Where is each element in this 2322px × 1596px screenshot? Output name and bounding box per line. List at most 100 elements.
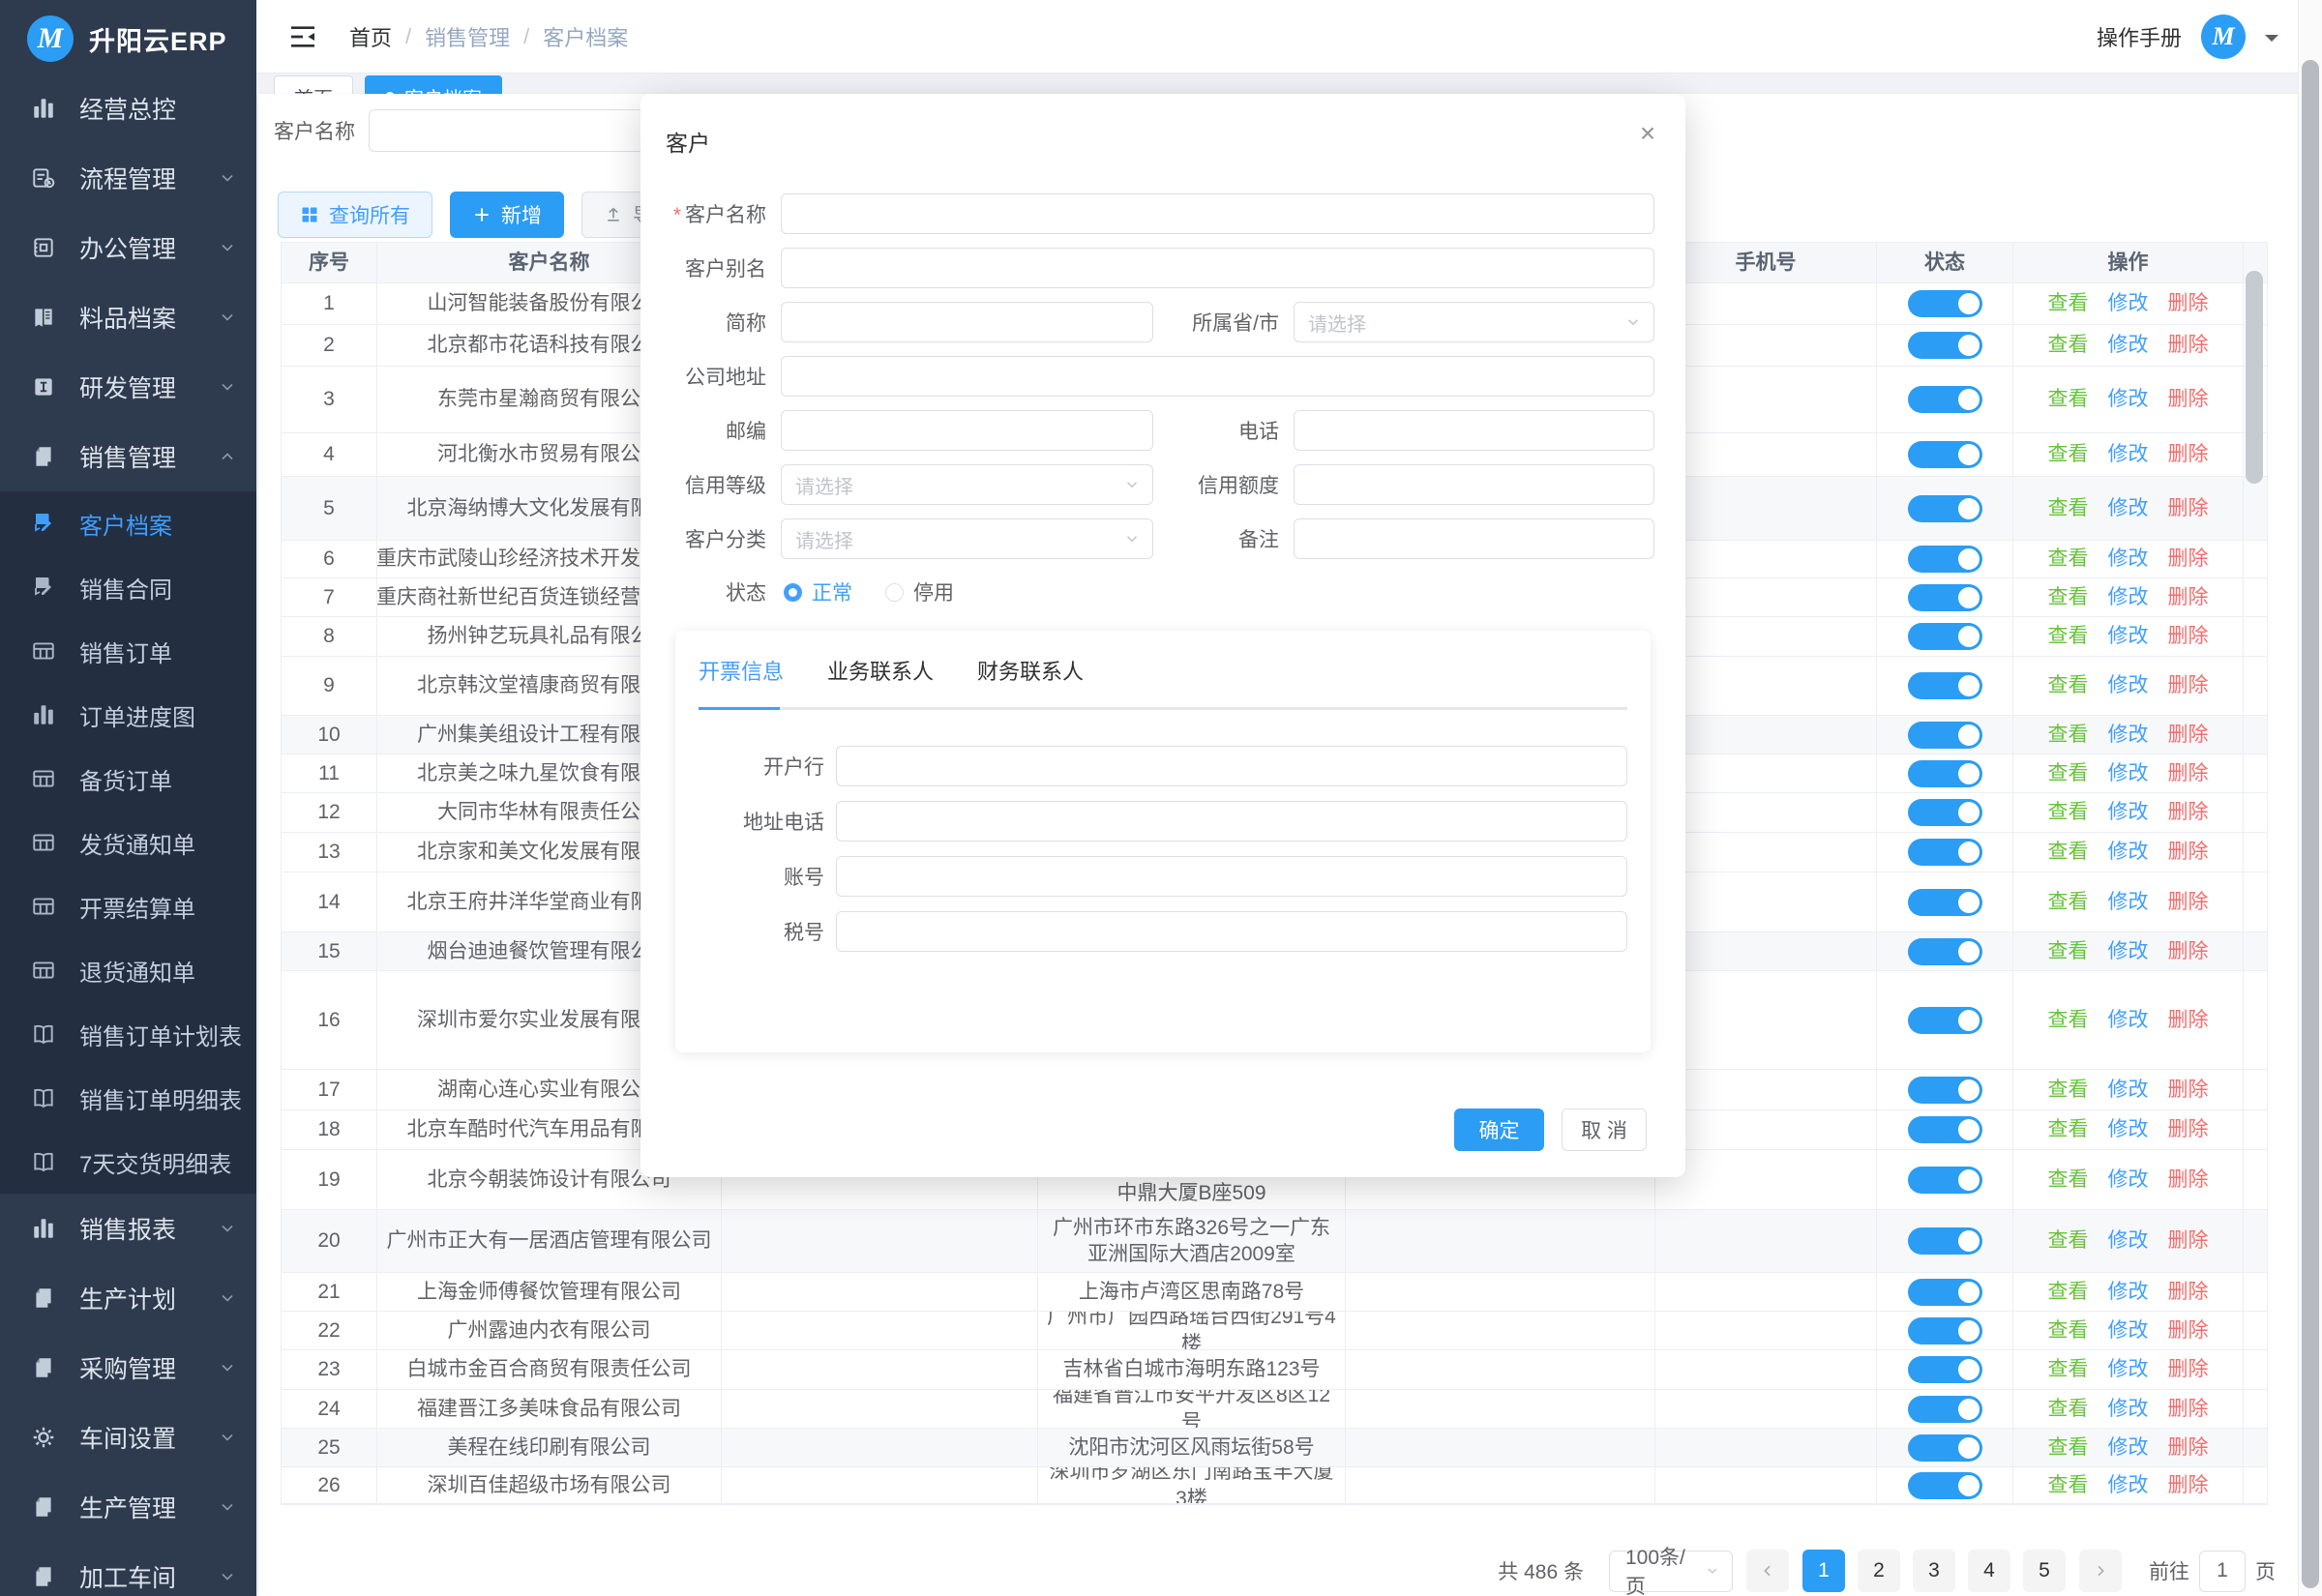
action-delete-link[interactable]: 删除 bbox=[2168, 1167, 2209, 1193]
page-size-select[interactable]: 100条/页 bbox=[1609, 1551, 1733, 1592]
status-toggle[interactable] bbox=[1908, 1472, 1982, 1499]
action-view-link[interactable]: 查看 bbox=[2048, 1356, 2089, 1382]
action-delete-link[interactable]: 删除 bbox=[2168, 839, 2209, 865]
action-delete-link[interactable]: 删除 bbox=[2168, 1077, 2209, 1103]
page-scrollbar-thumb[interactable] bbox=[2302, 60, 2319, 1588]
action-delete-link[interactable]: 删除 bbox=[2168, 546, 2209, 572]
tax-no-field[interactable] bbox=[836, 911, 1627, 952]
action-view-link[interactable]: 查看 bbox=[2048, 584, 2089, 610]
action-view-link[interactable]: 查看 bbox=[2048, 441, 2089, 467]
action-view-link[interactable]: 查看 bbox=[2048, 332, 2089, 358]
action-view-link[interactable]: 查看 bbox=[2048, 1116, 2089, 1142]
action-view-link[interactable]: 查看 bbox=[2048, 1472, 2089, 1498]
action-edit-link[interactable]: 修改 bbox=[2108, 1356, 2149, 1382]
status-toggle[interactable] bbox=[1908, 495, 1982, 522]
account-field[interactable] bbox=[836, 856, 1627, 897]
sidebar-item-1[interactable]: 流程管理 bbox=[0, 143, 256, 213]
sidebar-item-6[interactable]: 销售报表 bbox=[0, 1194, 256, 1263]
remark-field[interactable] bbox=[1294, 518, 1654, 559]
status-toggle[interactable] bbox=[1908, 332, 1982, 359]
action-view-link[interactable]: 查看 bbox=[2048, 760, 2089, 786]
page-scrollbar[interactable] bbox=[2298, 0, 2322, 1596]
sidebar-item-3[interactable]: 料品档案 bbox=[0, 282, 256, 352]
action-edit-link[interactable]: 修改 bbox=[2108, 1167, 2149, 1193]
sidebar-item-10[interactable]: 生产管理 bbox=[0, 1472, 256, 1542]
status-toggle[interactable] bbox=[1908, 623, 1982, 650]
action-view-link[interactable]: 查看 bbox=[2048, 1227, 2089, 1254]
action-delete-link[interactable]: 删除 bbox=[2168, 760, 2209, 786]
action-view-link[interactable]: 查看 bbox=[2048, 889, 2089, 915]
sidebar-subitem-4[interactable]: 备货订单 bbox=[0, 747, 256, 811]
action-view-link[interactable]: 查看 bbox=[2048, 1077, 2089, 1103]
sidebar-item-0[interactable]: 经营总控 bbox=[0, 74, 256, 143]
action-delete-link[interactable]: 删除 bbox=[2168, 1472, 2209, 1498]
menu-fold-icon[interactable] bbox=[287, 21, 318, 52]
page-button-2[interactable]: 2 bbox=[1858, 1550, 1900, 1592]
action-delete-link[interactable]: 删除 bbox=[2168, 1434, 2209, 1461]
status-disabled-radio[interactable] bbox=[885, 583, 904, 602]
action-delete-link[interactable]: 删除 bbox=[2168, 495, 2209, 521]
action-delete-link[interactable]: 删除 bbox=[2168, 722, 2209, 748]
action-edit-link[interactable]: 修改 bbox=[2108, 584, 2149, 610]
action-edit-link[interactable]: 修改 bbox=[2108, 332, 2149, 358]
status-toggle[interactable] bbox=[1908, 386, 1982, 413]
action-view-link[interactable]: 查看 bbox=[2048, 839, 2089, 865]
status-toggle[interactable] bbox=[1908, 1279, 1982, 1306]
action-delete-link[interactable]: 删除 bbox=[2168, 1279, 2209, 1305]
status-disabled-option[interactable]: 停用 bbox=[913, 577, 954, 606]
action-view-link[interactable]: 查看 bbox=[2048, 1434, 2089, 1461]
status-toggle[interactable] bbox=[1908, 938, 1982, 965]
table-scrollbar[interactable] bbox=[2246, 271, 2263, 484]
next-page-button[interactable] bbox=[2079, 1550, 2122, 1592]
action-delete-link[interactable]: 删除 bbox=[2168, 1227, 2209, 1254]
credit-limit-field[interactable] bbox=[1294, 464, 1654, 505]
action-edit-link[interactable]: 修改 bbox=[2108, 1434, 2149, 1461]
action-delete-link[interactable]: 删除 bbox=[2168, 889, 2209, 915]
action-delete-link[interactable]: 删除 bbox=[2168, 623, 2209, 649]
chevron-down-icon[interactable] bbox=[2265, 35, 2278, 48]
zip-field[interactable] bbox=[781, 410, 1153, 451]
action-view-link[interactable]: 查看 bbox=[2048, 1167, 2089, 1193]
action-edit-link[interactable]: 修改 bbox=[2108, 799, 2149, 825]
bank-field[interactable] bbox=[836, 746, 1627, 786]
credit-level-select[interactable]: 请选择 bbox=[781, 464, 1153, 505]
action-edit-link[interactable]: 修改 bbox=[2108, 760, 2149, 786]
action-edit-link[interactable]: 修改 bbox=[2108, 889, 2149, 915]
status-toggle[interactable] bbox=[1908, 1396, 1982, 1423]
action-view-link[interactable]: 查看 bbox=[2048, 799, 2089, 825]
action-edit-link[interactable]: 修改 bbox=[2108, 1077, 2149, 1103]
action-delete-link[interactable]: 删除 bbox=[2168, 332, 2209, 358]
action-view-link[interactable]: 查看 bbox=[2048, 938, 2089, 964]
status-toggle[interactable] bbox=[1908, 1007, 1982, 1034]
sidebar-item-4[interactable]: 研发管理 bbox=[0, 352, 256, 422]
customer-category-select[interactable]: 请选择 bbox=[781, 518, 1153, 559]
action-edit-link[interactable]: 修改 bbox=[2108, 623, 2149, 649]
action-delete-link[interactable]: 删除 bbox=[2168, 1396, 2209, 1422]
sidebar-subitem-10[interactable]: 7天交货明细表 bbox=[0, 1130, 256, 1194]
tab-invoice-info[interactable]: 开票信息 bbox=[699, 655, 784, 686]
breadcrumb-item-0[interactable]: 首页 bbox=[349, 21, 392, 52]
tab-finance-contact[interactable]: 财务联系人 bbox=[977, 655, 1084, 686]
status-normal-option[interactable]: 正常 bbox=[812, 577, 852, 606]
action-edit-link[interactable]: 修改 bbox=[2108, 1227, 2149, 1254]
sidebar-item-2[interactable]: 办公管理 bbox=[0, 213, 256, 282]
status-toggle[interactable] bbox=[1908, 1167, 1982, 1194]
prev-page-button[interactable] bbox=[1746, 1550, 1789, 1592]
status-toggle[interactable] bbox=[1908, 1434, 1982, 1462]
customer-name-field[interactable] bbox=[781, 193, 1654, 234]
status-toggle[interactable] bbox=[1908, 1227, 1982, 1255]
status-toggle[interactable] bbox=[1908, 760, 1982, 787]
add-button[interactable]: 新增 bbox=[450, 192, 564, 238]
action-delete-link[interactable]: 删除 bbox=[2168, 1356, 2209, 1382]
status-toggle[interactable] bbox=[1908, 1116, 1982, 1143]
close-icon[interactable]: × bbox=[1635, 121, 1660, 146]
action-edit-link[interactable]: 修改 bbox=[2108, 1007, 2149, 1033]
status-toggle[interactable] bbox=[1908, 441, 1982, 468]
province-select[interactable]: 请选择 bbox=[1294, 302, 1654, 342]
tab-business-contact[interactable]: 业务联系人 bbox=[827, 655, 934, 686]
sidebar-subitem-7[interactable]: 退货通知单 bbox=[0, 938, 256, 1002]
breadcrumb-item-1[interactable]: 销售管理 bbox=[425, 21, 510, 52]
status-normal-radio[interactable] bbox=[784, 583, 802, 602]
action-edit-link[interactable]: 修改 bbox=[2108, 386, 2149, 412]
sidebar-subitem-5[interactable]: 发货通知单 bbox=[0, 811, 256, 874]
